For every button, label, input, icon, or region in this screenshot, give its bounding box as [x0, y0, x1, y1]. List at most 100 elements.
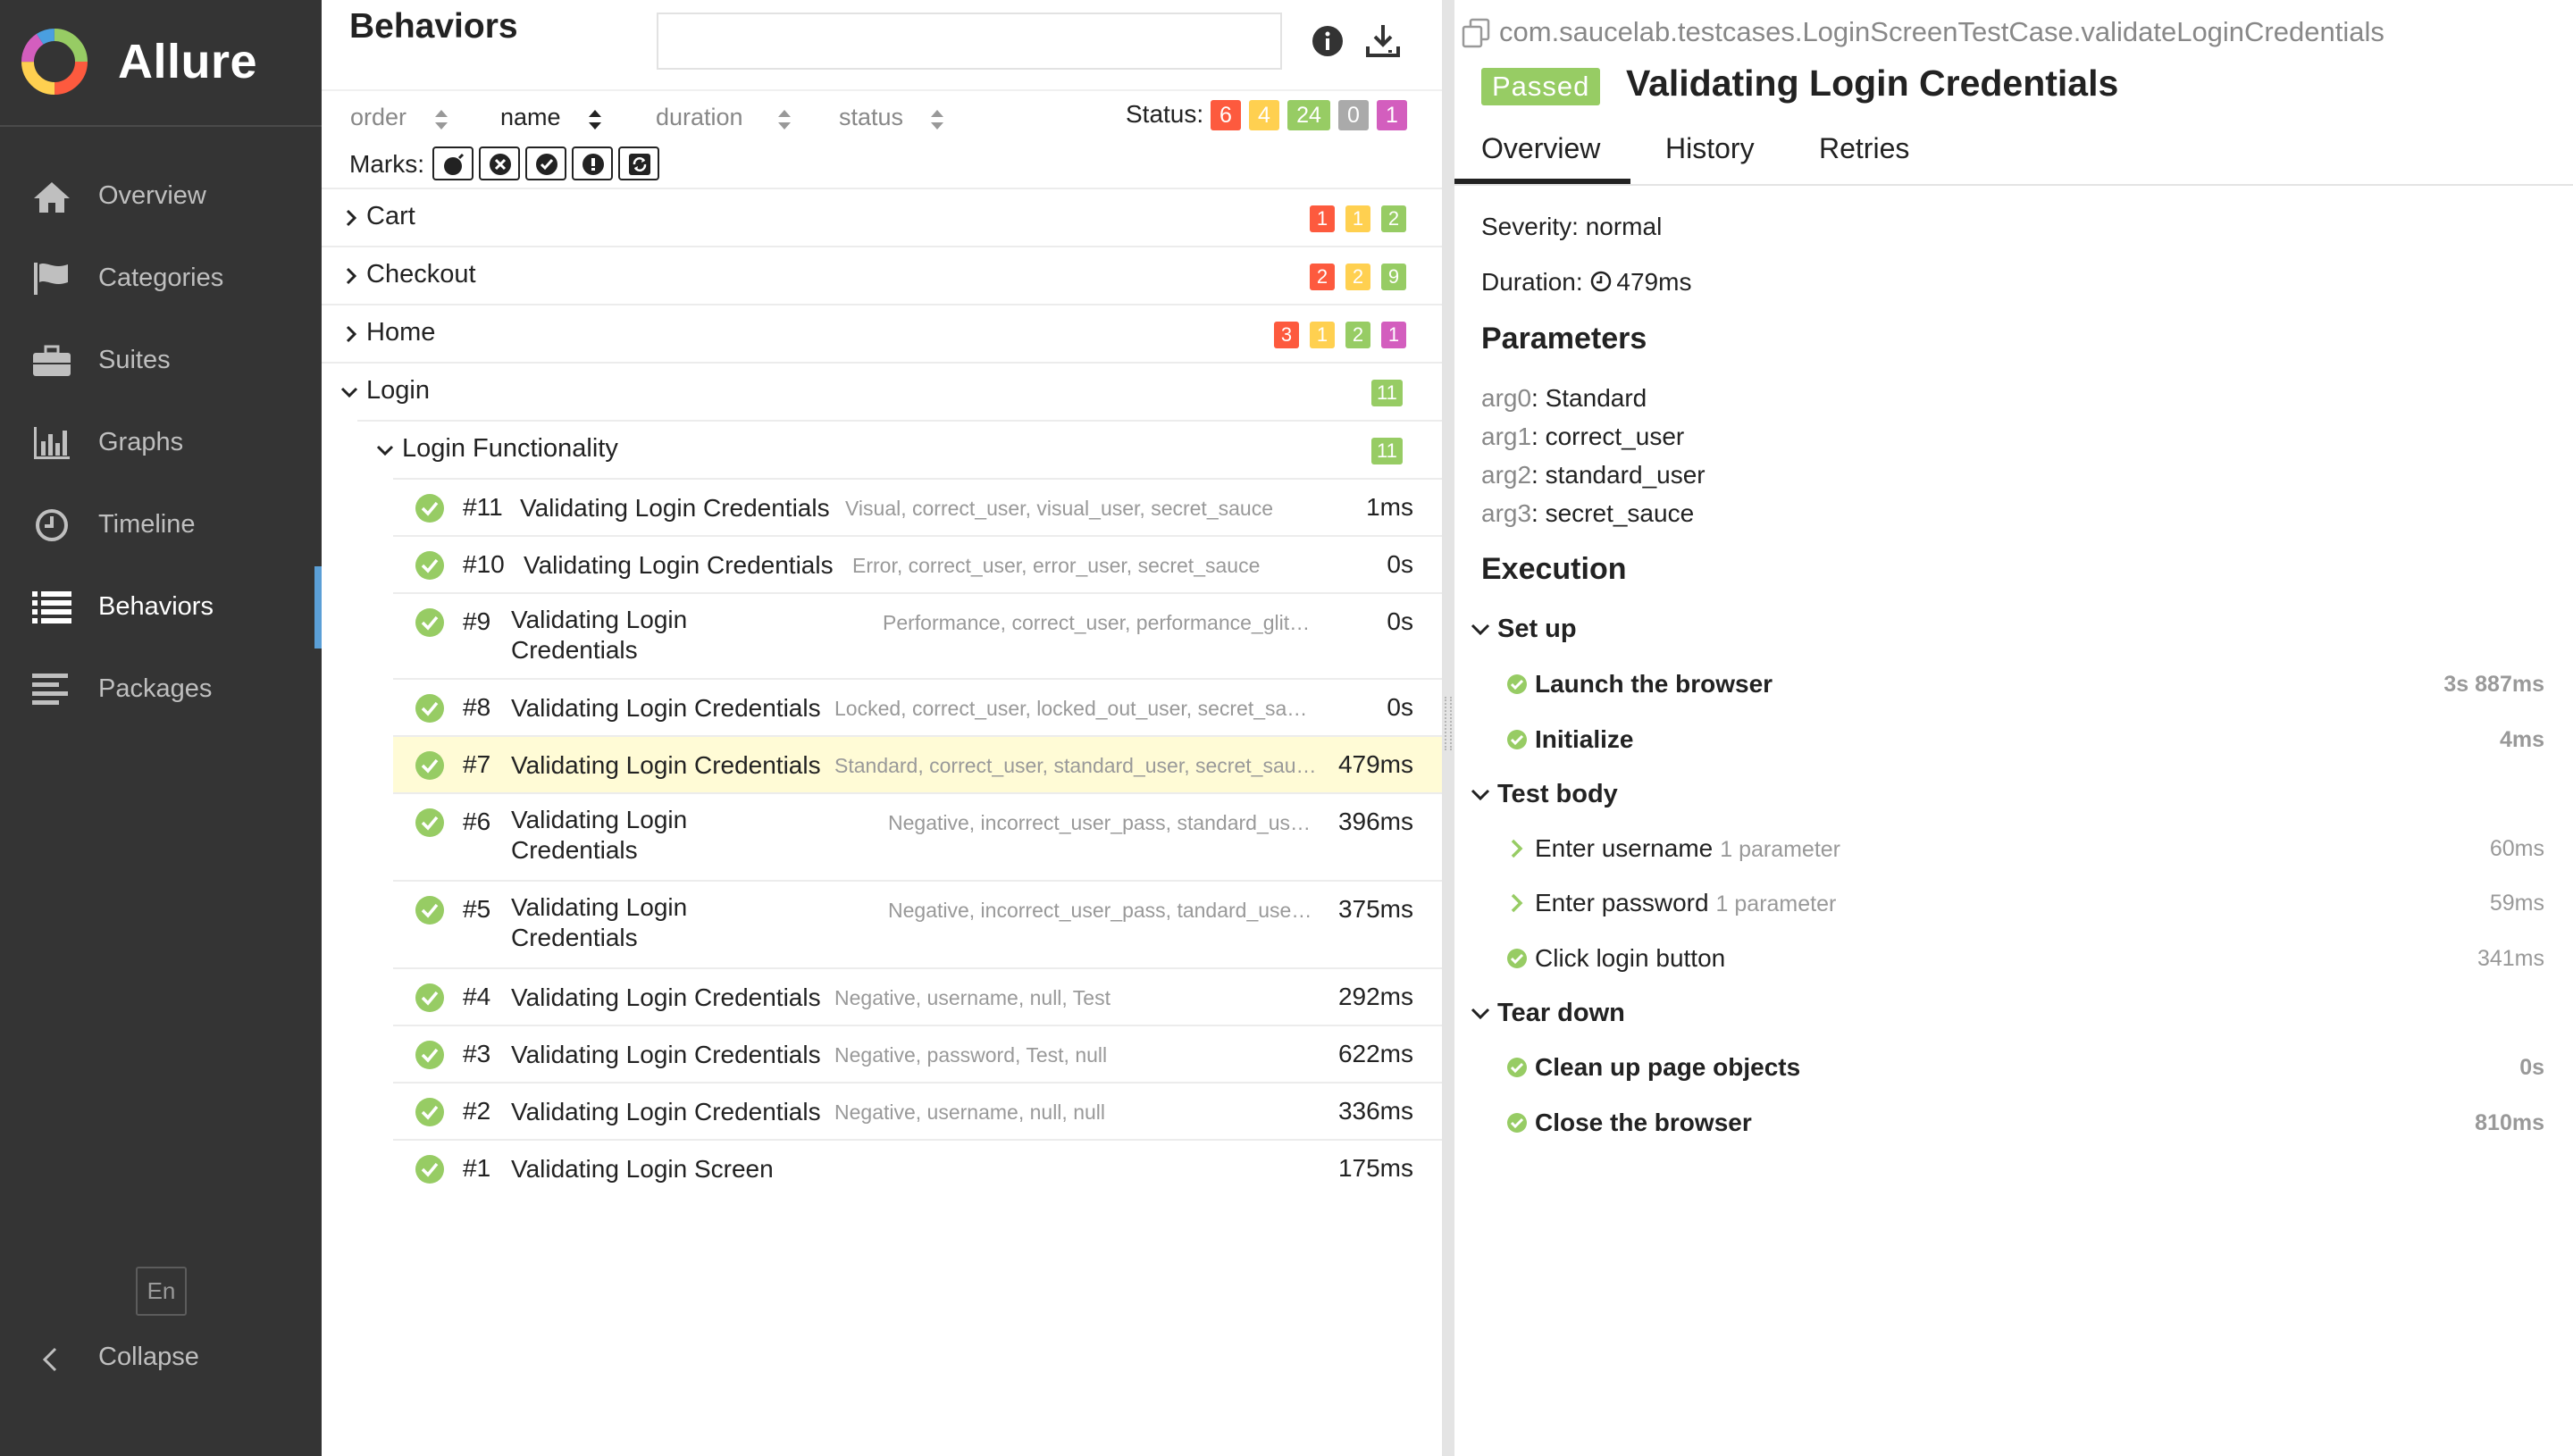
testcase-duration: 175ms — [1337, 1154, 1413, 1182]
testcase-row[interactable]: #3 Validating Login Credentials Negative… — [393, 1025, 1442, 1082]
testcase-duration: 0s — [1387, 693, 1413, 721]
check-circle-icon — [1507, 1113, 1527, 1133]
step-row[interactable]: Launch the browser 3s 887ms — [1454, 663, 2573, 709]
testcase-row[interactable]: #9 Validating Login Credentials Performa… — [393, 592, 1442, 678]
count-badge: 2 — [1345, 264, 1370, 290]
testcase-name: Validating Login Screen — [511, 1155, 774, 1183]
sort-status[interactable]: status — [839, 104, 943, 131]
sidebar: Allure Overview Categories Suites Graphs… — [0, 0, 322, 1456]
brand[interactable]: Allure — [0, 0, 322, 127]
tree-group-cart[interactable]: Cart 1 1 2 — [322, 188, 1442, 245]
download-icon[interactable] — [1365, 23, 1401, 59]
sort-order[interactable]: order — [350, 104, 448, 131]
pane-splitter[interactable] — [1442, 0, 1454, 1456]
info-icon[interactable] — [1312, 25, 1344, 57]
tree-group-login-functionality[interactable]: Login Functionality 11 — [357, 420, 1442, 477]
testcase-row[interactable]: #2 Validating Login Credentials Negative… — [393, 1082, 1442, 1139]
testcase-row[interactable]: #10 Validating Login Credentials Error, … — [393, 535, 1442, 592]
testcase-params: Visual, correct_user, visual_user, secre… — [845, 497, 1273, 520]
splitter-grip[interactable] — [1445, 697, 1452, 750]
testcase-number: #3 — [463, 1040, 491, 1067]
testcase-params: Locked, correct_user, locked_out_user, s… — [834, 697, 1317, 720]
search-input[interactable] — [657, 13, 1282, 70]
testcase-number: #4 — [463, 983, 491, 1010]
group-name: Login Functionality — [402, 434, 618, 463]
mark-new-broken-button[interactable] — [572, 146, 613, 180]
count-badge: 3 — [1274, 322, 1299, 348]
testcase-row[interactable]: #4 Validating Login Credentials Negative… — [393, 967, 1442, 1025]
tab-label: History — [1665, 132, 1755, 164]
mark-new-passed-button[interactable] — [525, 146, 566, 180]
mark-new-failed-button[interactable] — [479, 146, 520, 180]
testcase-row[interactable]: #8 Validating Login Credentials Locked, … — [393, 678, 1442, 735]
testcase-duration: 479ms — [1337, 750, 1413, 778]
step-row[interactable]: Close the browser 810ms — [1454, 1101, 2573, 1148]
count-badge: 1 — [1310, 322, 1335, 348]
step-duration: 60ms — [2489, 836, 2544, 861]
testcase-row[interactable]: #11 Validating Login Credentials Visual,… — [393, 478, 1442, 535]
parameter-key: arg0 — [1481, 384, 1532, 412]
step-row[interactable]: Click login button 341ms — [1454, 937, 2573, 983]
sidebar-item-behaviors[interactable]: Behaviors — [0, 566, 322, 649]
list-icon — [32, 591, 71, 623]
check-circle-icon — [415, 1155, 444, 1184]
parameter-key: arg1 — [1481, 423, 1532, 450]
status-filter-skipped[interactable]: 0 — [1338, 100, 1369, 130]
tree-group-login[interactable]: Login 11 — [322, 362, 1442, 419]
sort-duration[interactable]: duration — [656, 104, 791, 131]
tab-overview[interactable]: Overview — [1454, 132, 1630, 184]
testcase-duration: 0s — [1387, 550, 1413, 578]
testcase-row[interactable]: #5 Validating Login Credentials Negative… — [393, 880, 1442, 967]
parameter-row: arg3: secret_sauce — [1481, 499, 1694, 528]
testcase-row[interactable]: #6 Validating Login Credentials Negative… — [393, 792, 1442, 880]
mark-retries-button[interactable] — [618, 146, 659, 180]
tab-retries[interactable]: Retries — [1819, 132, 1909, 165]
sidebar-item-timeline[interactable]: Timeline — [0, 484, 322, 566]
copy-icon[interactable] — [1462, 18, 1490, 48]
severity: Severity: normal — [1481, 213, 1663, 240]
check-circle-icon — [1507, 949, 1527, 968]
collapse-label: Collapse — [98, 1343, 199, 1371]
tab-history[interactable]: History — [1665, 132, 1755, 165]
check-circle-icon — [1507, 1058, 1527, 1077]
mark-flaky-button[interactable] — [432, 146, 474, 180]
tree-group-checkout[interactable]: Checkout 2 2 9 — [322, 246, 1442, 303]
sidebar-item-label: Overview — [98, 181, 206, 210]
step-row[interactable]: Initialize 4ms — [1454, 718, 2573, 765]
align-left-icon — [32, 674, 68, 705]
status-filter-broken[interactable]: 4 — [1249, 100, 1279, 130]
sidebar-item-graphs[interactable]: Graphs — [0, 402, 322, 484]
step-name: Close the browser — [1535, 1109, 1752, 1136]
flag-icon — [34, 263, 68, 295]
status-filter-failed[interactable]: 6 — [1211, 100, 1241, 130]
step-row[interactable]: Enter password 1 parameter 59ms — [1454, 882, 2573, 928]
step-row[interactable]: Enter username 1 parameter 60ms — [1454, 827, 2573, 874]
testcase-row[interactable]: #1 Validating Login Screen 175ms — [393, 1139, 1442, 1196]
language-button[interactable]: En — [136, 1267, 187, 1316]
testcase-row-selected[interactable]: #7 Validating Login Credentials Standard… — [393, 735, 1442, 792]
testcase-number: #7 — [463, 750, 491, 778]
collapse-button[interactable]: Collapse — [0, 1331, 322, 1385]
step-duration: 0s — [2519, 1055, 2544, 1080]
testcase-name: Validating Login Credentials — [511, 893, 688, 951]
sidebar-item-packages[interactable]: Packages — [0, 649, 322, 731]
parameter-value: : secret_sauce — [1531, 499, 1695, 527]
tree-group-home[interactable]: Home 3 1 2 1 — [322, 304, 1442, 361]
testcase-params: Standard, correct_user, standard_user, s… — [834, 754, 1317, 777]
status-filter-unknown[interactable]: 1 — [1377, 100, 1407, 130]
sidebar-item-suites[interactable]: Suites — [0, 320, 322, 402]
sort-name[interactable]: name — [500, 104, 601, 131]
sidebar-item-overview[interactable]: Overview — [0, 155, 322, 238]
briefcase-icon — [33, 345, 71, 376]
step-label: Enter username — [1535, 834, 1714, 862]
test-full-path: com.saucelab.testcases.LoginScreenTestCa… — [1499, 16, 2384, 47]
check-circle-icon — [415, 494, 444, 523]
step-param-count: 1 parameter — [1715, 891, 1837, 916]
sidebar-item-categories[interactable]: Categories — [0, 238, 322, 320]
testcase-number: #1 — [463, 1154, 491, 1182]
status-filter-passed[interactable]: 24 — [1287, 100, 1330, 130]
step-row[interactable]: Clean up page objects 0s — [1454, 1046, 2573, 1092]
check-circle-icon — [415, 608, 444, 637]
check-circle-icon — [415, 808, 444, 837]
testcase-number: #9 — [463, 607, 491, 635]
